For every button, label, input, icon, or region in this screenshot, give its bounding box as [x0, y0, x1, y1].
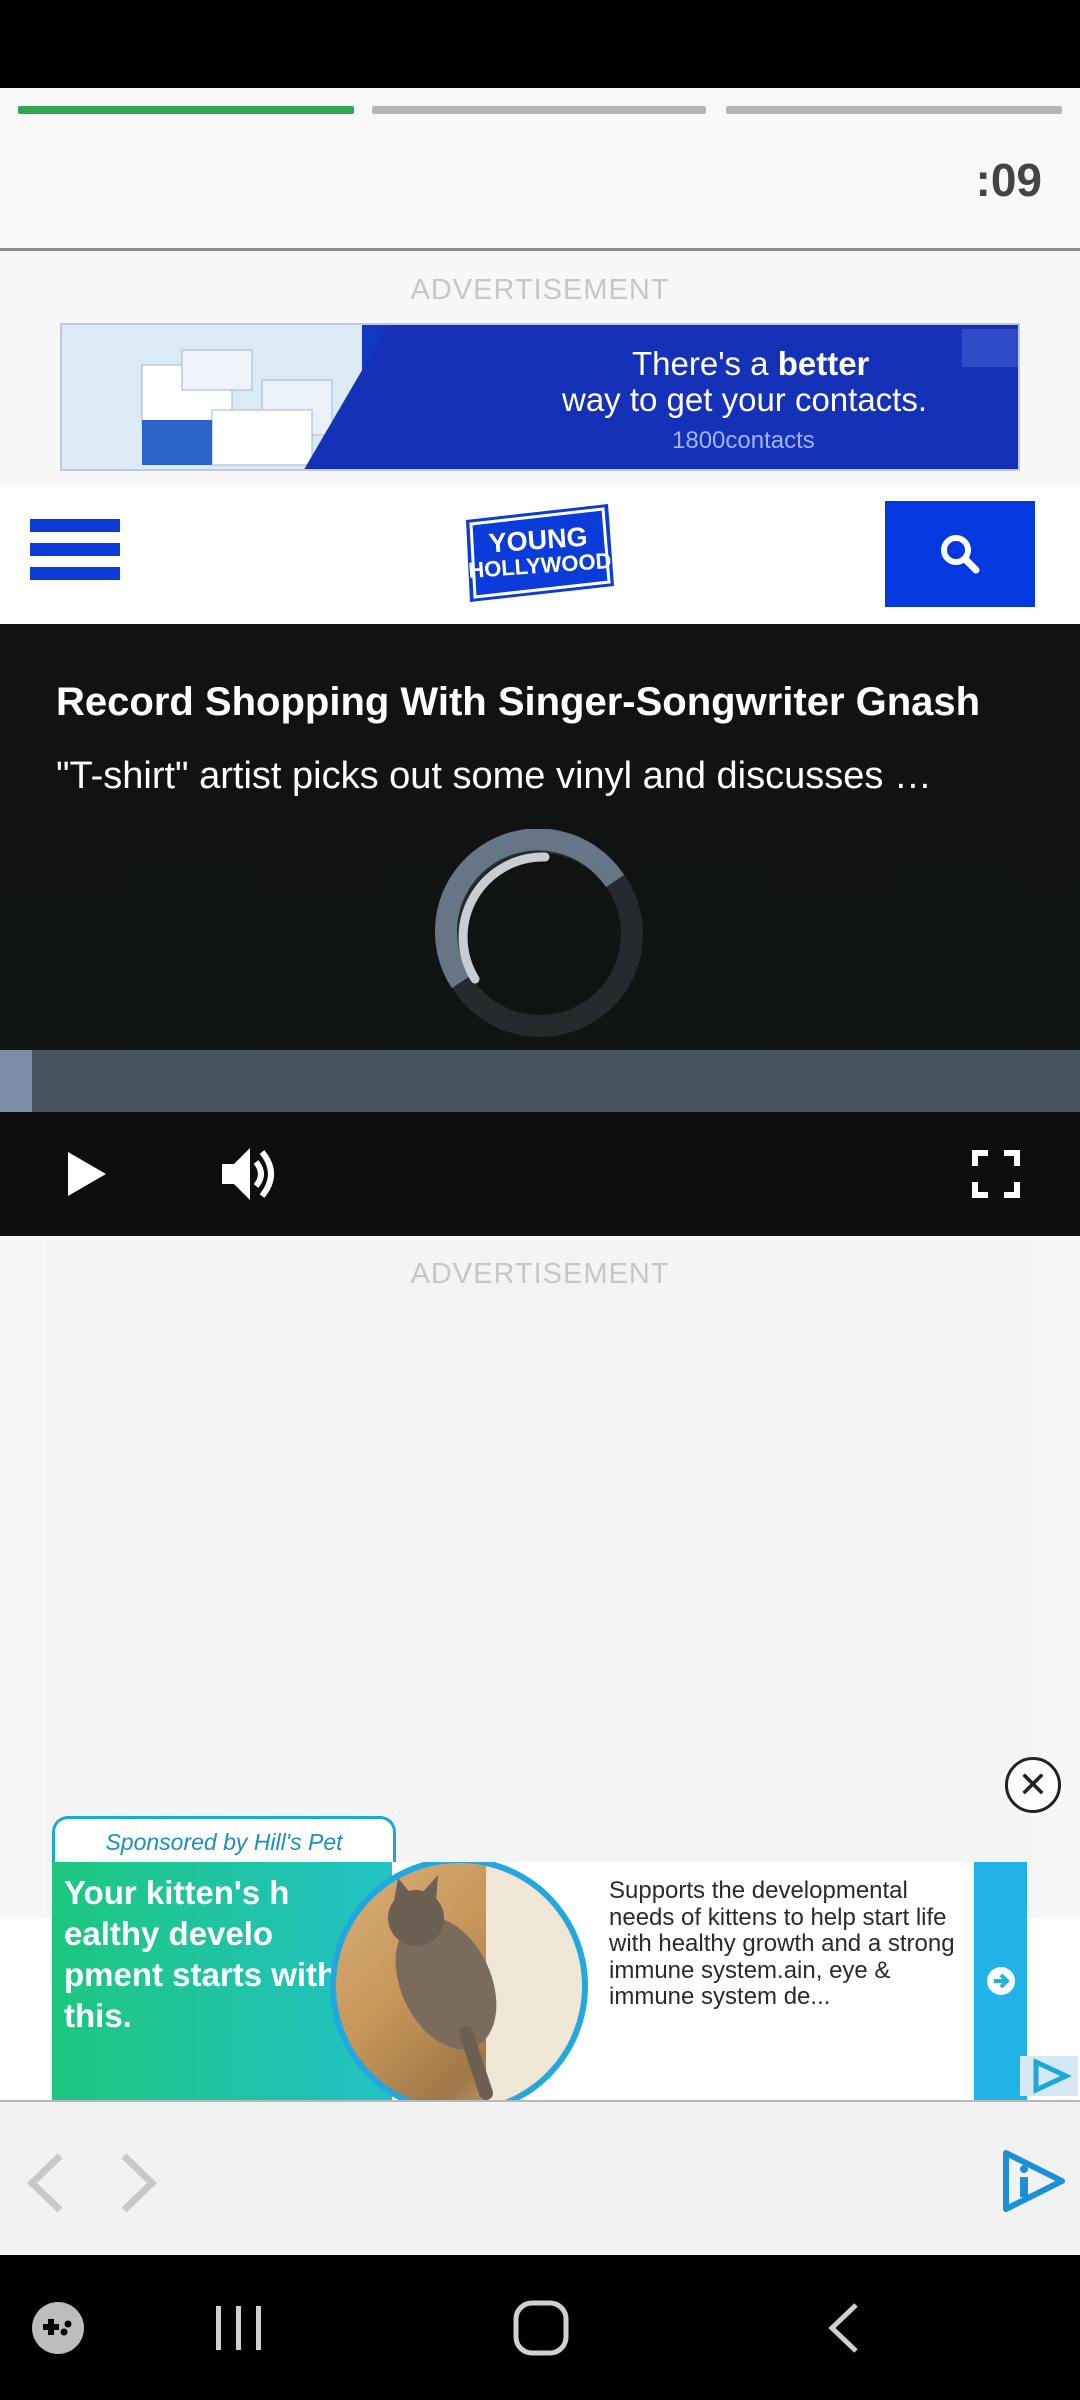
game-launcher-icon[interactable] [30, 2300, 86, 2356]
chevron-right-icon[interactable] [116, 2152, 160, 2214]
fullscreen-icon[interactable] [972, 1150, 1020, 1198]
advertisement-label: ADVERTISEMENT [410, 274, 670, 306]
sponsored-label: Sponsored by Hill's Pet [52, 1816, 396, 1866]
play-icon[interactable] [66, 1150, 108, 1198]
young-hollywood-logo[interactable]: YOUNG HOLLYWOOD [460, 498, 618, 606]
video-seek-bar[interactable] [0, 1050, 1080, 1112]
kitten-image [330, 1862, 588, 2100]
browser-toolbar [0, 2100, 1080, 2255]
banner-subline: way to get your contacts. [562, 381, 928, 418]
arrow-right-icon [986, 1967, 1015, 1995]
banner-ad[interactable]: There's a better way to get your contact… [60, 323, 1020, 471]
ad-choices-icon[interactable] [962, 329, 1018, 367]
banner-headline: There's a better [632, 345, 870, 382]
home-icon[interactable] [512, 2299, 570, 2357]
banner-brand: 1800contacts [672, 427, 815, 454]
progress-segment-1 [18, 106, 354, 114]
back-icon[interactable] [824, 2301, 864, 2355]
hamburger-menu-button[interactable] [0, 486, 150, 624]
seek-progress [0, 1050, 32, 1112]
video-controls [0, 1112, 1080, 1236]
play-info-icon[interactable] [1000, 2149, 1066, 2213]
search-icon [941, 535, 980, 574]
video-player[interactable]: Record Shopping With Singer-Songwriter G… [0, 624, 1080, 1236]
hamburger-icon [30, 519, 120, 532]
progress-segment-2 [372, 106, 706, 114]
hamburger-bar [30, 543, 120, 556]
close-icon: ✕ [1017, 1764, 1049, 1805]
chevron-left-icon[interactable] [24, 2152, 68, 2214]
native-ad[interactable]: Your kitten's h ealthy develo pment star… [52, 1862, 1027, 2100]
search-button[interactable] [885, 501, 1035, 607]
ad-choices-icon[interactable] [1020, 2056, 1078, 2096]
countdown-timer: :09 [975, 154, 1042, 206]
native-ad-body: Supports the developmental needs of kitt… [609, 1877, 955, 2010]
native-ad-headline: Your kitten's h ealthy develo pment star… [64, 1874, 338, 2034]
loading-spinner-icon [435, 829, 643, 1037]
story-progress-area: :09 [0, 88, 1080, 251]
system-navigation-bar [0, 2255, 1080, 2400]
close-ad-button[interactable]: ✕ [1005, 1757, 1061, 1813]
site-header: YOUNG HOLLYWOOD [0, 486, 1080, 624]
advertisement-label: ADVERTISEMENT [410, 1258, 670, 1290]
hamburger-bar [30, 567, 120, 580]
progress-segment-3 [726, 106, 1062, 114]
video-title: Record Shopping With Singer-Songwriter G… [56, 680, 981, 724]
video-description: "T-shirt" artist picks out some vinyl an… [56, 755, 932, 797]
status-bar [0, 0, 1080, 88]
volume-icon[interactable] [220, 1144, 282, 1204]
recent-apps-icon[interactable] [212, 2303, 266, 2353]
